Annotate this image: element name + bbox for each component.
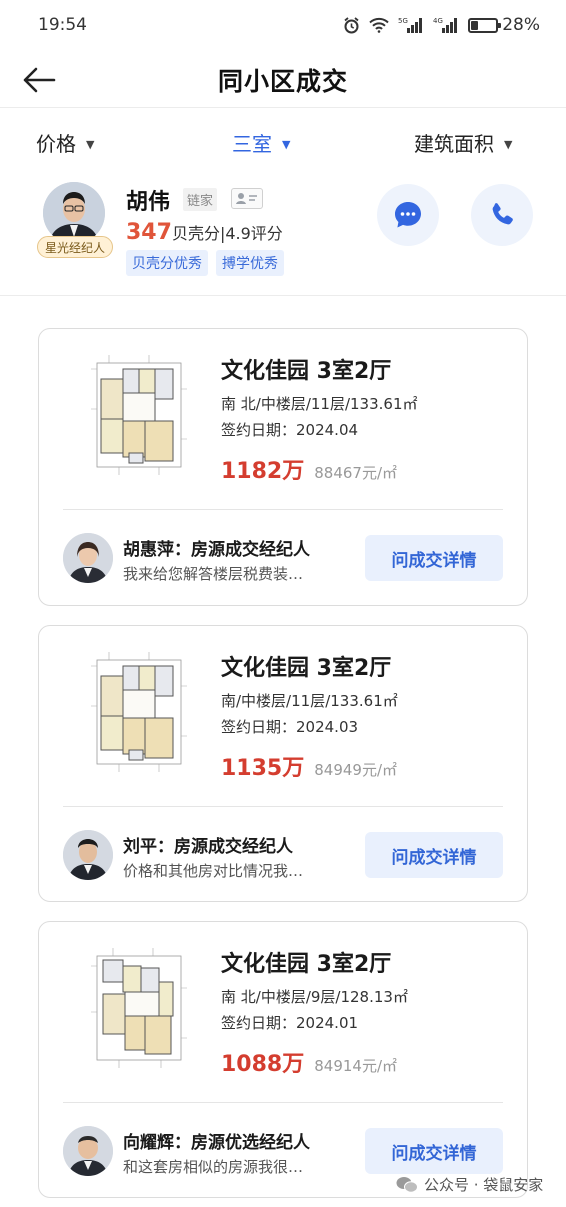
ask-deal-details-button[interactable]: 问成交详情 — [365, 535, 503, 581]
ask-deal-details-button[interactable]: 问成交详情 — [365, 1128, 503, 1174]
agent-name: 胡伟 — [126, 190, 171, 215]
listing-unit-price: 84949元/㎡ — [314, 761, 398, 779]
signal-4g-icon: 4G — [433, 17, 458, 33]
divider — [63, 509, 503, 510]
ask-deal-details-button[interactable]: 问成交详情 — [365, 832, 503, 878]
wechat-icon — [396, 1176, 418, 1193]
watermark: 公众号 · 袋鼠安家 — [396, 1174, 543, 1195]
floorplan-image — [89, 349, 189, 479]
arrow-left-icon — [23, 67, 56, 93]
filter-rooms-label: 三室 — [232, 132, 272, 156]
deal-agent-name: 向耀辉：房源优选经纪人 — [123, 1133, 310, 1153]
listing-title: 文化佳园 3室2厅 — [221, 359, 392, 384]
agent-profile: 星光经纪人 胡伟 链家 347贝壳分|4.9评分 贝壳分优秀 搏学优秀 — [0, 176, 566, 296]
deal-agent-name: 胡惠萍：房源成交经纪人 — [123, 540, 310, 560]
listing-title: 文化佳园 3室2厅 — [221, 656, 392, 681]
listing-card[interactable]: 文化佳园 3室2厅 南 北/中楼层/11层/133.61㎡ 签约日期：2024.… — [38, 328, 528, 606]
agent-avatar-wrap[interactable]: 星光经纪人 — [37, 182, 113, 258]
filter-price[interactable]: 价格 ▼ — [36, 128, 94, 157]
status-bar: 19:54 5G 4G 28% — [0, 0, 566, 50]
listing-sign-date: 签约日期：2024.03 — [221, 718, 359, 736]
listing-detail: 南/中楼层/11层/133.61㎡ — [221, 692, 398, 710]
avatar — [43, 182, 105, 244]
page-title: 同小区成交 — [217, 66, 348, 96]
listing-unit-price: 84914元/㎡ — [314, 1057, 398, 1075]
agent-score: 347 — [126, 220, 172, 245]
battery-percent: 28% — [502, 15, 540, 35]
divider — [63, 1102, 503, 1103]
avatar[interactable] — [63, 533, 113, 583]
filter-area-label: 建筑面积 — [414, 132, 494, 156]
svg-text:5G: 5G — [398, 17, 408, 25]
wifi-icon — [369, 17, 389, 33]
star-agent-badge: 星光经纪人 — [37, 236, 113, 258]
avatar[interactable] — [63, 830, 113, 880]
deal-agent-message: 价格和其他房对比情况我… — [123, 862, 304, 880]
listing-price-row: 1135万 84949元/㎡ — [221, 750, 397, 782]
listing-card[interactable]: 文化佳园 3室2厅 南 北/中楼层/9层/128.13㎡ 签约日期：2024.0… — [38, 921, 528, 1198]
signal-5g-icon: 5G — [398, 17, 423, 33]
phone-icon — [492, 203, 513, 225]
listing-sign-date: 签约日期：2024.04 — [221, 421, 359, 439]
chat-button[interactable] — [377, 184, 439, 246]
deal-agent-message: 我来给您解答楼层税费装… — [123, 565, 304, 583]
agent-tags: 贝壳分优秀 搏学优秀 — [126, 250, 284, 276]
chevron-down-icon: ▼ — [504, 137, 513, 151]
chevron-down-icon: ▼ — [282, 137, 291, 151]
svg-text:4G: 4G — [433, 17, 443, 25]
agent-tag: 贝壳分优秀 — [126, 250, 208, 276]
listing-price: 1182万 — [221, 459, 305, 484]
listing-card[interactable]: 文化佳园 3室2厅 南/中楼层/11层/133.61㎡ 签约日期：2024.03… — [38, 625, 528, 902]
listing-title: 文化佳园 3室2厅 — [221, 952, 392, 977]
watermark-text: 公众号 · 袋鼠安家 — [424, 1176, 544, 1194]
filter-rooms[interactable]: 三室 ▼ — [232, 128, 290, 157]
listing-price-row: 1088万 84914元/㎡ — [221, 1046, 397, 1078]
deal-agent-name: 刘平：房源成交经纪人 — [123, 837, 293, 857]
deal-agent-message: 和这套房相似的房源我很… — [123, 1158, 304, 1176]
listing-unit-price: 88467元/㎡ — [314, 464, 398, 482]
status-time: 19:54 — [38, 15, 87, 35]
battery-indicator: 28% — [468, 15, 540, 35]
back-button[interactable] — [22, 64, 58, 96]
alarm-icon — [344, 16, 359, 33]
listing-price-row: 1182万 88467元/㎡ — [221, 453, 397, 485]
listing-price: 1088万 — [221, 1052, 305, 1077]
chat-bubble-icon — [395, 202, 421, 228]
listing-detail: 南 北/中楼层/9层/128.13㎡ — [221, 988, 408, 1006]
listing-detail: 南 北/中楼层/11层/133.61㎡ — [221, 395, 418, 413]
filter-area[interactable]: 建筑面积 ▼ — [414, 128, 512, 157]
business-card-icon[interactable] — [231, 188, 263, 209]
listing-price: 1135万 — [221, 756, 305, 781]
call-button[interactable] — [471, 184, 533, 246]
filter-price-label: 价格 — [36, 132, 76, 156]
divider — [63, 806, 503, 807]
nav-header: 同小区成交 — [0, 52, 566, 108]
agent-brand: 链家 — [183, 188, 218, 211]
floorplan-image — [89, 646, 189, 776]
chevron-down-icon: ▼ — [86, 137, 95, 151]
avatar[interactable] — [63, 1126, 113, 1176]
floorplan-image — [89, 942, 189, 1072]
filter-bar: 价格 ▼ 三室 ▼ 建筑面积 ▼ — [0, 118, 566, 168]
agent-score-line: 347贝壳分|4.9评分 — [126, 220, 283, 245]
agent-score-suffix: 贝壳分|4.9评分 — [171, 224, 283, 243]
battery-icon — [468, 17, 502, 33]
listing-sign-date: 签约日期：2024.01 — [221, 1014, 359, 1032]
agent-tag: 搏学优秀 — [216, 250, 284, 276]
